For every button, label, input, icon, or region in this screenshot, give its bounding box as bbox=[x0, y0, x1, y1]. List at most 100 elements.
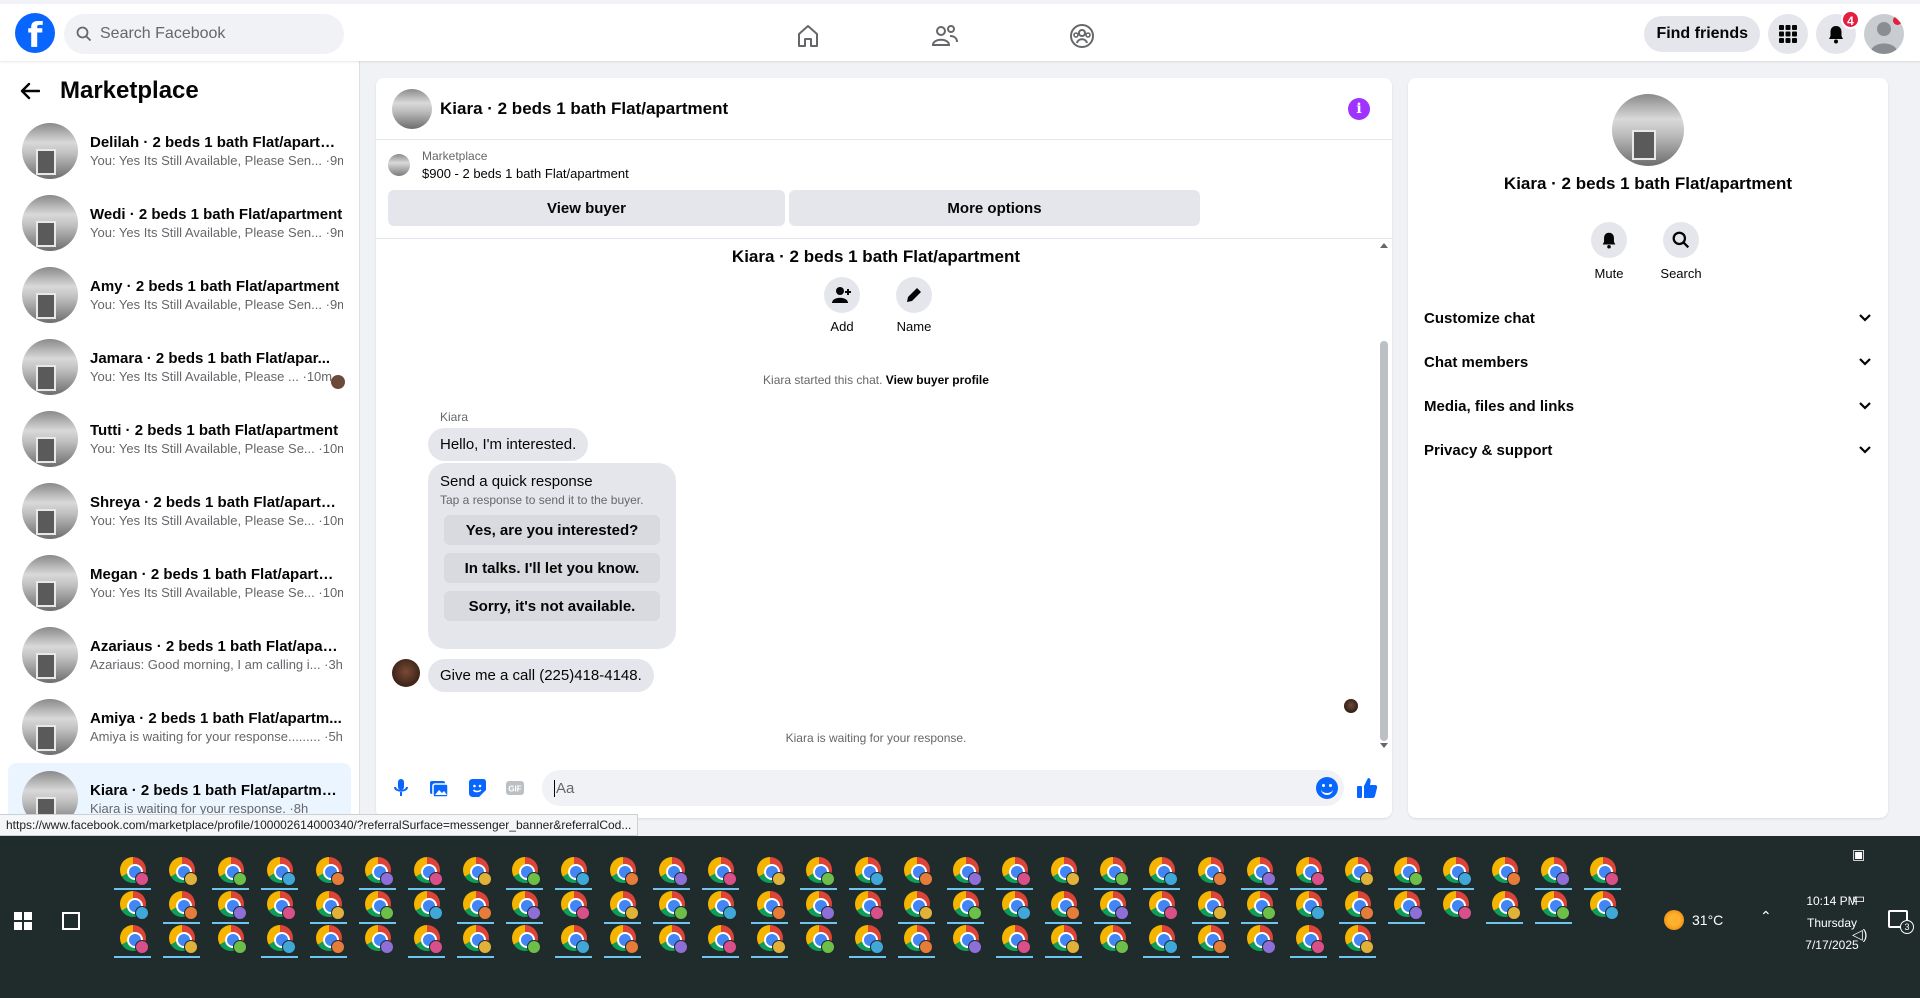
gif-button[interactable]: GIF bbox=[500, 773, 530, 803]
taskbar-chrome-window[interactable] bbox=[549, 917, 598, 958]
taskbar-chrome-window[interactable] bbox=[1480, 883, 1529, 924]
taskbar-chrome-window[interactable] bbox=[696, 917, 745, 958]
details-avatar[interactable] bbox=[1612, 94, 1684, 166]
chrome-icon bbox=[1148, 890, 1178, 920]
mute-button[interactable]: Mute bbox=[1591, 222, 1627, 281]
search-in-chat-button[interactable]: Search bbox=[1660, 222, 1702, 281]
listing-thumbnail[interactable] bbox=[388, 154, 410, 176]
taskbar-chrome-window[interactable] bbox=[1431, 883, 1480, 924]
taskbar-chrome-window[interactable] bbox=[941, 917, 990, 958]
chat-members-section[interactable]: Chat members bbox=[1408, 340, 1888, 384]
taskbar-chrome-window[interactable] bbox=[1284, 917, 1333, 958]
notifications-button[interactable]: 4 bbox=[1816, 10, 1860, 54]
account-avatar[interactable] bbox=[1864, 14, 1904, 54]
action-center-icon[interactable]: 3 bbox=[1888, 910, 1914, 934]
chrome-icon bbox=[315, 890, 345, 920]
quick-response-yes[interactable]: Yes, are you interested? bbox=[444, 515, 660, 545]
emoji-icon[interactable] bbox=[1316, 777, 1338, 799]
quick-response-not-available[interactable]: Sorry, it's not available. bbox=[444, 591, 660, 621]
taskbar-chrome-window[interactable] bbox=[1039, 917, 1088, 958]
taskbar-chrome-window[interactable] bbox=[598, 917, 647, 958]
taskbar-chrome-window[interactable] bbox=[647, 917, 696, 958]
message-input[interactable]: Aa bbox=[542, 770, 1344, 806]
chevron-up-icon[interactable]: ⌃ bbox=[1760, 908, 1772, 925]
info-icon[interactable]: i bbox=[1348, 98, 1370, 120]
taskbar-chrome-window[interactable] bbox=[1382, 883, 1431, 924]
taskbar-chrome-window[interactable] bbox=[353, 917, 402, 958]
conversation-sidebar: Marketplace Delilah · 2 beds 1 bath Flat… bbox=[0, 61, 360, 822]
taskbar-chrome-window[interactable] bbox=[990, 917, 1039, 958]
chrome-icon bbox=[952, 924, 982, 954]
taskbar-chrome-window[interactable] bbox=[500, 917, 549, 958]
taskbar-clock[interactable]: 10:14 PM Thursday 7/17/2025 bbox=[1792, 890, 1872, 956]
taskbar-chrome-window[interactable] bbox=[1137, 917, 1186, 958]
thread-scrollbar[interactable] bbox=[1380, 243, 1388, 748]
home-tab[interactable] bbox=[788, 16, 828, 56]
search-placeholder[interactable]: Search Facebook bbox=[100, 25, 225, 43]
like-button[interactable] bbox=[1352, 773, 1382, 803]
quick-response-in-talks[interactable]: In talks. I'll let you know. bbox=[444, 553, 660, 583]
taskbar-chrome-window[interactable] bbox=[206, 917, 255, 958]
chrome-icon bbox=[1442, 856, 1472, 886]
scroll-down-arrow[interactable] bbox=[1380, 743, 1388, 748]
customize-chat-section[interactable]: Customize chat bbox=[1408, 296, 1888, 340]
groups-tab[interactable] bbox=[1062, 16, 1102, 56]
listing-price[interactable]: $900 - 2 beds 1 bath Flat/apartment bbox=[422, 166, 629, 181]
conversation-item[interactable]: Delilah · 2 beds 1 bath Flat/apartm... Yo… bbox=[8, 115, 351, 187]
chat-avatar[interactable] bbox=[392, 88, 432, 129]
taskbar-chrome-window[interactable] bbox=[843, 917, 892, 958]
conversation-item[interactable]: Megan · 2 beds 1 bath Flat/apartm... You:… bbox=[8, 547, 351, 619]
voice-clip-button[interactable] bbox=[386, 773, 416, 803]
view-buyer-profile-link[interactable]: View buyer profile bbox=[886, 373, 989, 387]
taskbar-chrome-window[interactable] bbox=[794, 917, 843, 958]
taskbar-chrome-window[interactable] bbox=[1529, 883, 1578, 924]
taskbar-chrome-window[interactable] bbox=[157, 917, 206, 958]
scroll-thumb[interactable] bbox=[1380, 341, 1388, 741]
edit-name-button[interactable]: Name bbox=[896, 277, 932, 334]
taskbar-chrome-window[interactable] bbox=[1088, 917, 1137, 958]
sticker-button[interactable] bbox=[462, 773, 492, 803]
conversation-item[interactable]: Jamara · 2 beds 1 bath Flat/apar... You: … bbox=[8, 331, 351, 403]
friends-tab[interactable] bbox=[925, 16, 965, 56]
taskbar-chrome-window[interactable] bbox=[1333, 917, 1382, 958]
taskbar-chrome-window[interactable] bbox=[892, 917, 941, 958]
more-options-button[interactable]: More options bbox=[789, 190, 1200, 226]
windows-start-icon[interactable] bbox=[14, 912, 32, 930]
media-files-links-section[interactable]: Media, files and links bbox=[1408, 384, 1888, 428]
facebook-logo[interactable]: f bbox=[15, 13, 55, 53]
chrome-icon bbox=[560, 856, 590, 886]
view-buyer-button[interactable]: View buyer bbox=[388, 190, 785, 226]
conversation-item[interactable]: Tutti · 2 beds 1 bath Flat/apartment You:… bbox=[8, 403, 351, 475]
taskbar-chrome-window[interactable] bbox=[402, 917, 451, 958]
back-arrow-icon[interactable] bbox=[20, 82, 40, 100]
meet-now-icon[interactable]: ▣ bbox=[1852, 846, 1865, 863]
conversation-item[interactable]: Amiya · 2 beds 1 bath Flat/apartm... Amiy… bbox=[8, 691, 351, 763]
conversation-item[interactable]: Shreya · 2 beds 1 bath Flat/apartm... You… bbox=[8, 475, 351, 547]
taskbar-chrome-window[interactable] bbox=[1186, 917, 1235, 958]
scroll-up-arrow[interactable] bbox=[1380, 243, 1388, 248]
taskbar-chrome-window[interactable] bbox=[108, 917, 157, 958]
find-friends-button[interactable]: Find friends bbox=[1644, 16, 1760, 52]
taskbar-chrome-window[interactable] bbox=[745, 917, 794, 958]
chrome-icon bbox=[1246, 924, 1276, 954]
conversation-item[interactable]: Wedi · 2 beds 1 bath Flat/apartment You: … bbox=[8, 187, 351, 259]
chrome-icon bbox=[658, 856, 688, 886]
task-view-icon[interactable] bbox=[62, 912, 80, 930]
search-box[interactable]: Search Facebook bbox=[64, 14, 344, 54]
taskbar-chrome-window[interactable] bbox=[451, 917, 500, 958]
conversation-item[interactable]: Amy · 2 beds 1 bath Flat/apartment You: Y… bbox=[8, 259, 351, 331]
taskbar-chrome-window[interactable] bbox=[1235, 917, 1284, 958]
menu-button[interactable] bbox=[1768, 14, 1808, 54]
taskbar-chrome-window[interactable] bbox=[255, 917, 304, 958]
add-people-button[interactable]: Add bbox=[824, 277, 860, 334]
sender-avatar[interactable] bbox=[392, 659, 420, 687]
clock-time: 10:14 PM bbox=[1806, 894, 1858, 908]
attach-photo-button[interactable] bbox=[424, 773, 454, 803]
privacy-support-section[interactable]: Privacy & support bbox=[1408, 428, 1888, 472]
conversation-list: Delilah · 2 beds 1 bath Flat/apartm... Yo… bbox=[0, 115, 359, 822]
message-input-placeholder[interactable]: Aa bbox=[554, 779, 574, 797]
conversation-item[interactable]: Azariaus · 2 beds 1 bath Flat/apart... Az… bbox=[8, 619, 351, 691]
chat-title[interactable]: Kiara · 2 beds 1 bath Flat/apartment bbox=[440, 99, 728, 119]
taskbar-chrome-window[interactable] bbox=[304, 917, 353, 958]
weather-widget[interactable]: 31°C bbox=[1664, 910, 1723, 930]
